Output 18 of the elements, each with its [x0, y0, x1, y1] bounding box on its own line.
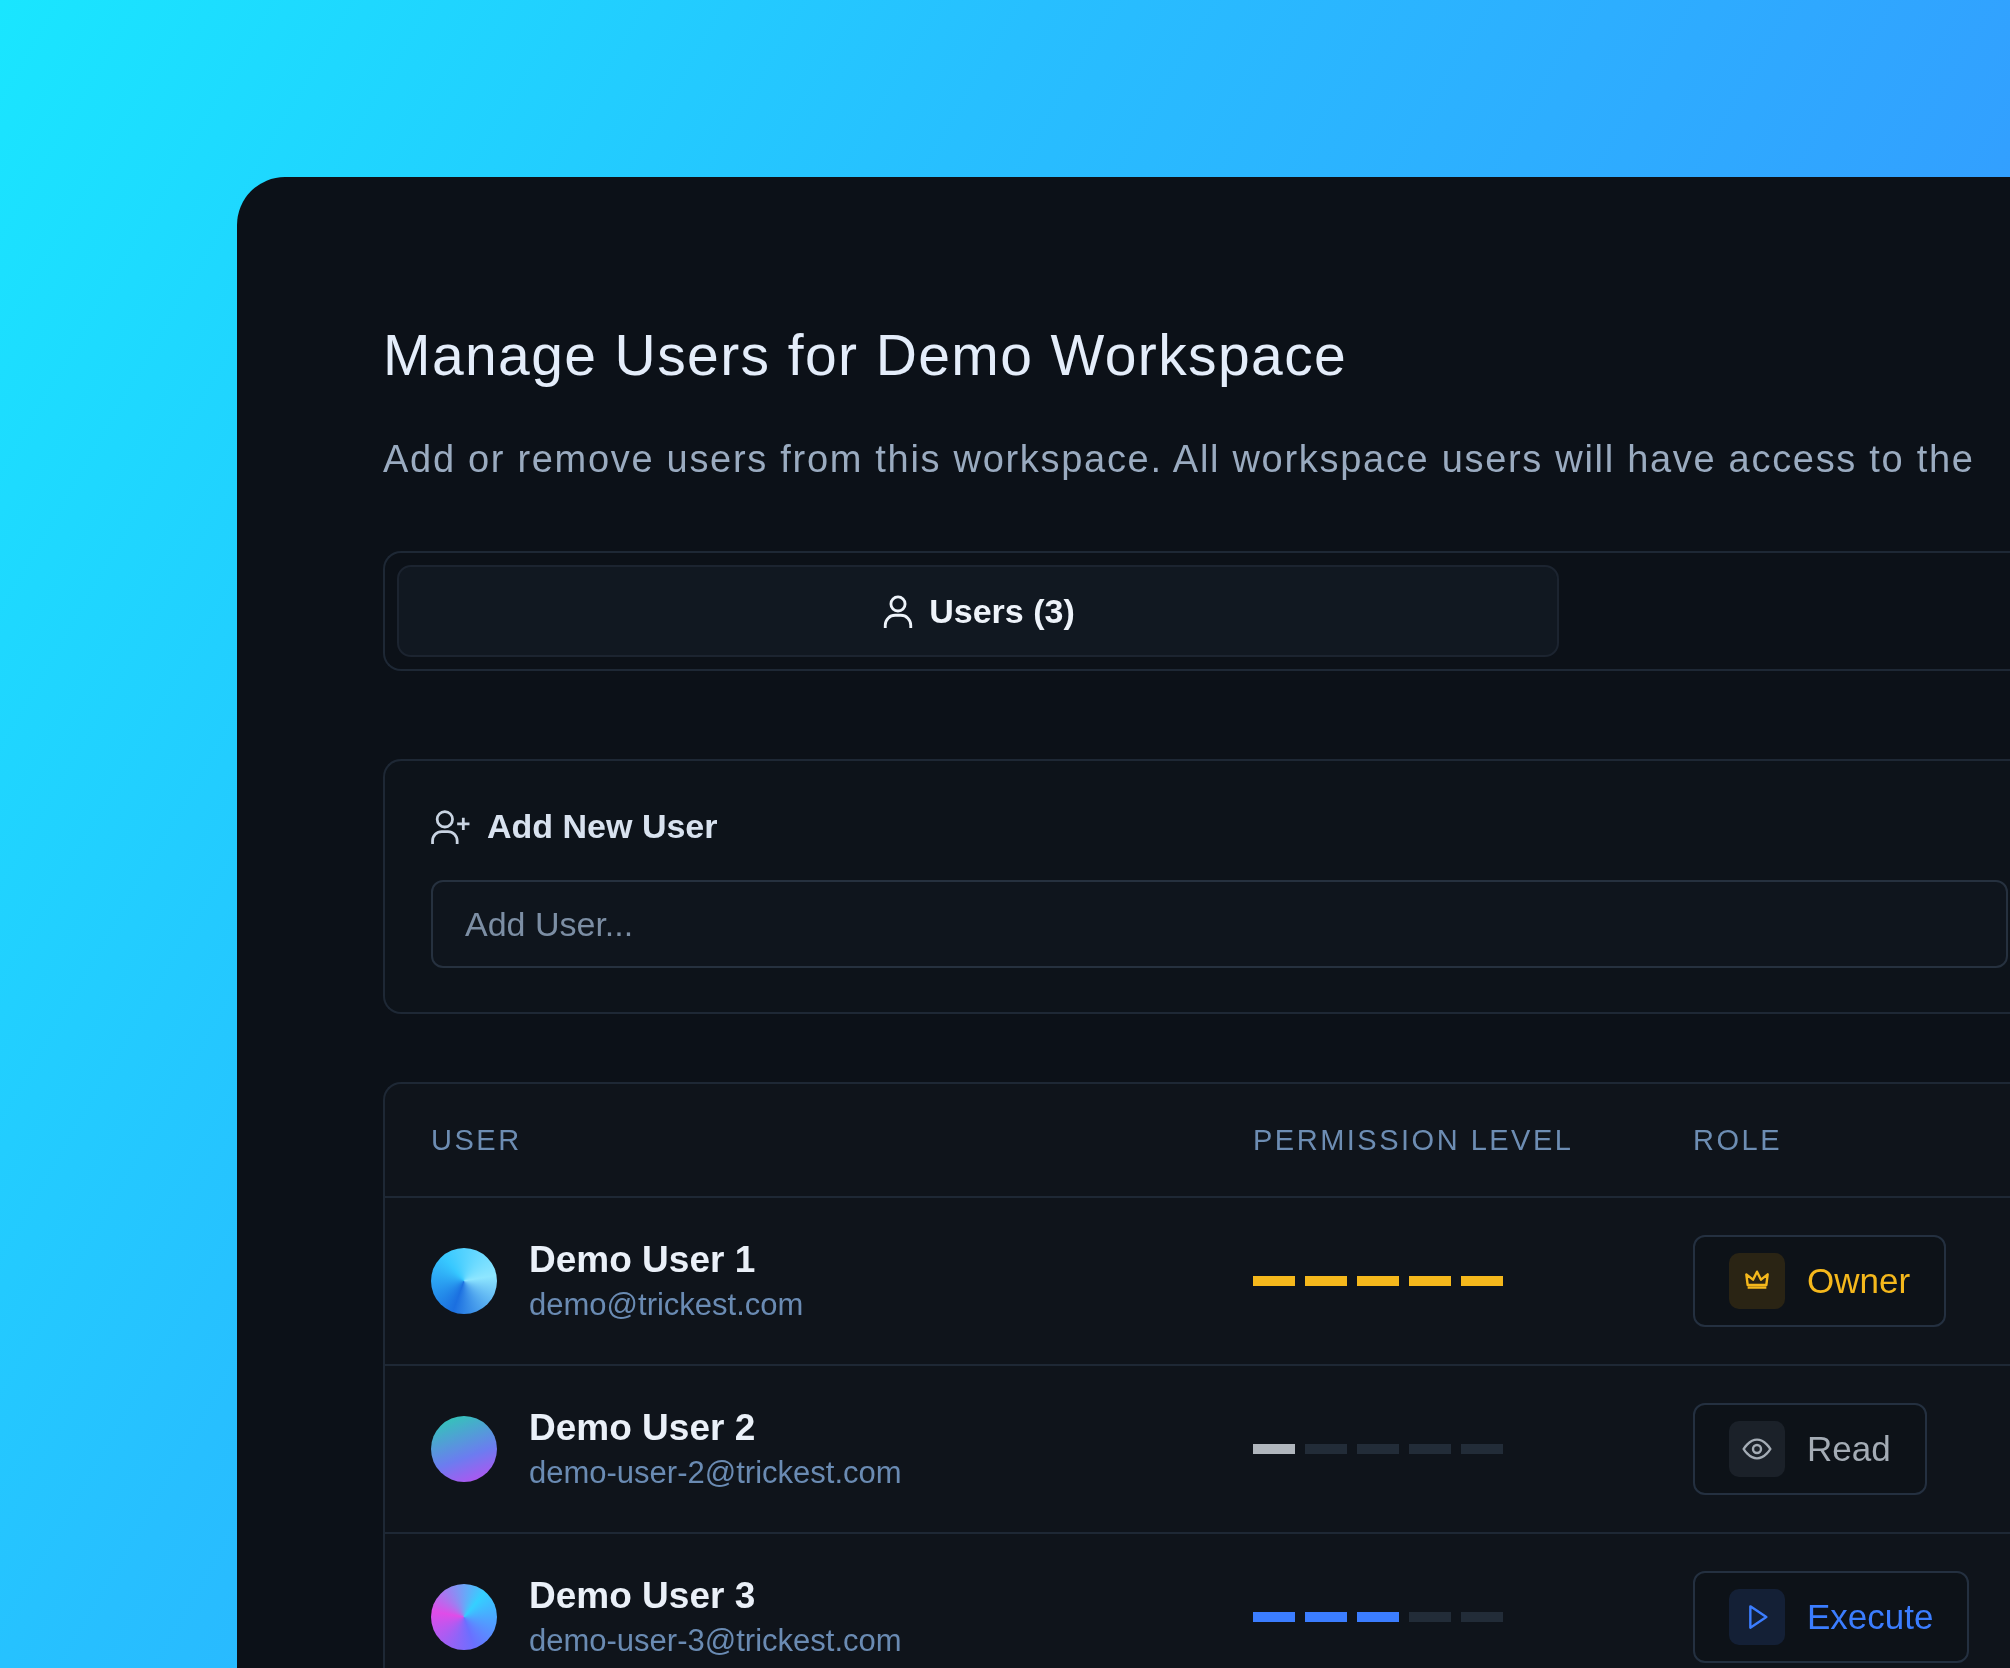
user-name: Demo User 1: [529, 1239, 757, 1281]
column-header: ROLE: [1693, 1123, 1782, 1156]
column-header: USER: [431, 1123, 522, 1156]
dialog-description: Add or remove users from this workspace. All workspace users will have access to the: [383, 438, 1976, 481]
role-button[interactable]: Owner: [1693, 1235, 1947, 1327]
user-email: demo-user-2@trickest.com: [529, 1455, 902, 1491]
user-name: Demo User 3: [529, 1575, 757, 1617]
dialog-title: Manage Users for Demo Workspace: [383, 322, 1349, 388]
user-name: Demo User 2: [529, 1407, 757, 1449]
role-button[interactable]: Execute: [1693, 1571, 1970, 1663]
user-email: demo-user-3@trickest.com: [529, 1623, 902, 1659]
add-user-field[interactable]: Add User...: [431, 880, 2008, 968]
users-tab[interactable]: Users (3): [397, 565, 1559, 657]
add-user-heading: Add New User: [487, 807, 718, 846]
add-person-icon: [431, 807, 471, 846]
role-button[interactable]: Read: [1693, 1403, 1927, 1495]
user-email: demo@trickest.com: [529, 1287, 804, 1323]
column-header: PERMISSION LEVEL: [1253, 1123, 1574, 1156]
